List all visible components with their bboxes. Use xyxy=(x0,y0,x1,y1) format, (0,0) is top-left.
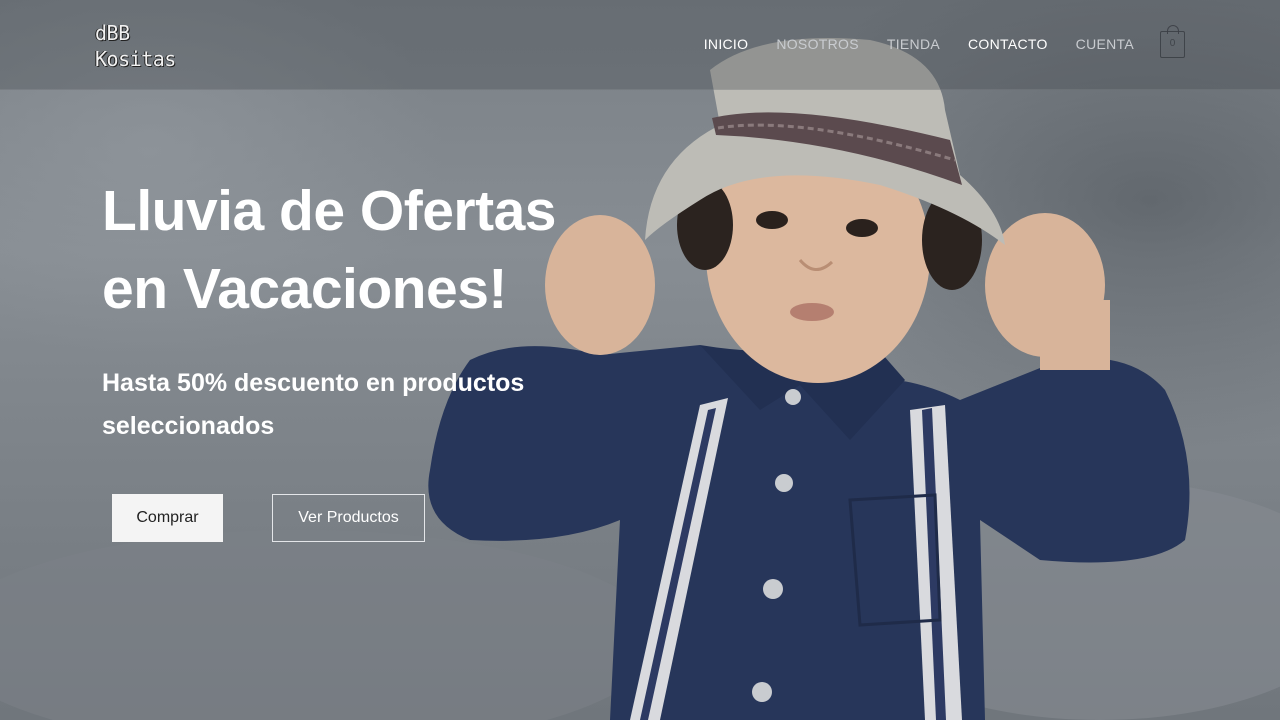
logo-line-2: Kositas xyxy=(95,47,176,71)
hero-headline: Lluvia de Ofertas en Vacaciones! xyxy=(102,179,557,321)
hero-subheadline: Hasta 50% descuento en productos selecci… xyxy=(102,369,525,440)
cart-count: 0 xyxy=(1169,38,1176,49)
nav-item-inicio[interactable]: INICIO xyxy=(704,36,749,52)
nav-item-cuenta[interactable]: CUENTA xyxy=(1076,36,1134,52)
hero-photo xyxy=(0,38,1280,720)
nav-item-contacto[interactable]: CONTACTO xyxy=(968,36,1048,52)
shopping-bag-icon[interactable]: 0 xyxy=(1160,25,1185,58)
hero-banner: dBB Kositas INICIO NOSOTROS TIENDA CONTA… xyxy=(0,0,1280,720)
ver-productos-button[interactable]: Ver Productos xyxy=(272,494,425,542)
nav-item-nosotros[interactable]: NOSOTROS xyxy=(776,36,859,52)
site-logo[interactable]: dBB Kositas xyxy=(95,20,176,72)
comprar-button[interactable]: Comprar xyxy=(112,494,223,542)
site-header: dBB Kositas INICIO NOSOTROS TIENDA CONTA… xyxy=(0,0,1280,90)
main-nav: INICIO NOSOTROS TIENDA CONTACTO CUENTA xyxy=(676,36,1134,52)
logo-line-1: dBB xyxy=(95,21,130,45)
nav-item-tienda[interactable]: TIENDA xyxy=(887,36,940,52)
